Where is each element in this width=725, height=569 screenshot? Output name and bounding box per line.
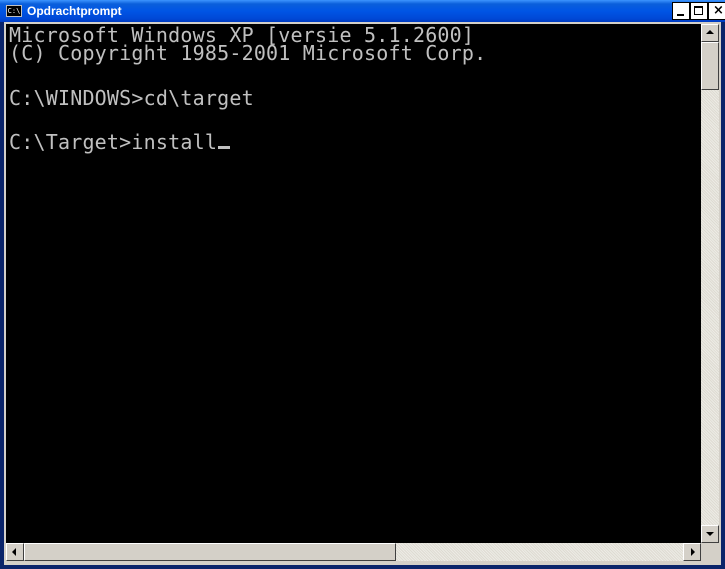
cmd-console-icon[interactable]: C:\ bbox=[6, 5, 22, 17]
scroll-down-icon bbox=[706, 532, 714, 536]
scroll-right-icon bbox=[691, 548, 695, 556]
vertical-scrollbar[interactable] bbox=[701, 24, 719, 543]
command-prompt-window: C:\ Opdrachtprompt × Microsoft Windows X… bbox=[0, 0, 725, 569]
minimize-button[interactable] bbox=[672, 2, 690, 20]
text-cursor bbox=[218, 146, 231, 149]
console-line-cd-command: C:\WINDOWS>cd\target bbox=[9, 86, 254, 110]
scroll-down-button[interactable] bbox=[701, 525, 719, 543]
scroll-up-button[interactable] bbox=[701, 24, 719, 42]
window-client-area: Microsoft Windows XP [versie 5.1.2600] (… bbox=[4, 22, 721, 565]
scroll-up-icon bbox=[706, 30, 714, 34]
console-line-current-prompt[interactable]: C:\Target>install bbox=[9, 130, 231, 154]
console-output[interactable]: Microsoft Windows XP [versie 5.1.2600] (… bbox=[6, 24, 701, 543]
maximize-icon bbox=[694, 6, 703, 15]
scroll-left-button[interactable] bbox=[6, 543, 24, 561]
scrollbar-corner bbox=[701, 543, 719, 561]
horizontal-scroll-thumb[interactable] bbox=[24, 543, 396, 561]
horizontal-scrollbar[interactable] bbox=[6, 543, 701, 561]
title-bar[interactable]: C:\ Opdrachtprompt × bbox=[0, 0, 725, 22]
close-icon: × bbox=[713, 3, 724, 18]
window-title: Opdrachtprompt bbox=[27, 4, 122, 18]
scroll-left-icon bbox=[12, 548, 16, 556]
close-button[interactable]: × bbox=[708, 2, 725, 20]
scroll-right-button[interactable] bbox=[683, 543, 701, 561]
vertical-scroll-thumb[interactable] bbox=[701, 42, 719, 90]
maximize-button[interactable] bbox=[690, 2, 708, 20]
minimize-icon bbox=[677, 14, 684, 16]
console-line-copyright: (C) Copyright 1985-2001 Microsoft Corp. bbox=[9, 41, 487, 65]
prompt-input-text: C:\Target>install bbox=[9, 130, 218, 154]
